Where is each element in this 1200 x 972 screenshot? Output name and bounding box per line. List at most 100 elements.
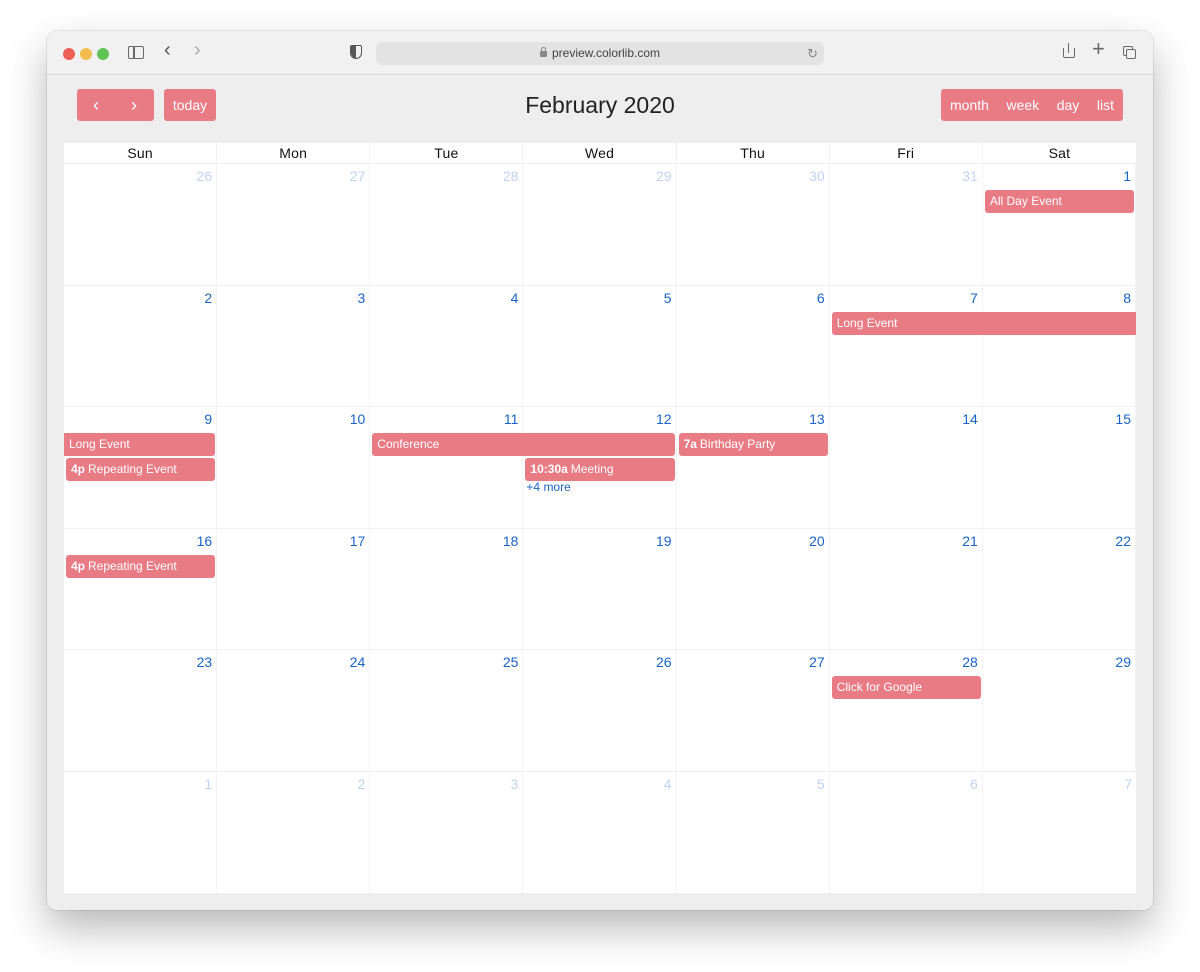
calendar-event[interactable]: All Day Event: [984, 190, 1134, 213]
day-number[interactable]: 17: [350, 533, 366, 549]
view-week-button[interactable]: week: [1002, 89, 1043, 121]
day-cell[interactable]: 5: [523, 285, 677, 406]
day-cell[interactable]: 22: [983, 528, 1136, 649]
day-number[interactable]: 19: [656, 533, 672, 549]
reload-icon[interactable]: ↻: [807, 42, 818, 65]
day-cell[interactable]: 2: [64, 285, 218, 406]
day-number[interactable]: 24: [350, 654, 366, 670]
calendar-event[interactable]: 4p Repeating Event: [66, 458, 216, 481]
day-cell[interactable]: 2: [217, 771, 371, 893]
day-cell[interactable]: 26: [64, 164, 218, 285]
day-cell[interactable]: 20: [677, 528, 830, 649]
day-number[interactable]: 8: [1123, 290, 1131, 306]
day-number[interactable]: 26: [656, 654, 672, 670]
day-cell[interactable]: 4: [523, 771, 677, 893]
day-number[interactable]: 1: [1123, 168, 1131, 184]
day-cell[interactable]: 23: [64, 650, 218, 771]
day-cell[interactable]: 29: [983, 650, 1136, 771]
day-number[interactable]: 16: [197, 533, 213, 549]
day-number[interactable]: 12: [656, 411, 672, 427]
address-bar[interactable]: preview.colorlib.com ↻: [376, 42, 824, 65]
day-number[interactable]: 21: [962, 533, 978, 549]
sidebar-toggle-icon[interactable]: [128, 46, 144, 59]
day-number[interactable]: 4: [511, 290, 519, 306]
calendar-event[interactable]: 4p Repeating Event: [66, 554, 216, 578]
maximize-window-button[interactable]: [97, 48, 109, 60]
day-number[interactable]: 11: [504, 411, 519, 427]
day-number[interactable]: 27: [350, 168, 366, 184]
day-number[interactable]: 26: [197, 168, 213, 184]
minimize-window-button[interactable]: [80, 48, 92, 60]
day-cell[interactable]: 17: [217, 528, 371, 649]
calendar-event[interactable]: Long Event: [831, 311, 1136, 335]
day-number[interactable]: 18: [503, 533, 519, 549]
day-cell[interactable]: 31: [830, 164, 983, 285]
day-number[interactable]: 6: [970, 776, 978, 792]
tab-overview-icon[interactable]: [1123, 46, 1137, 60]
day-number[interactable]: 27: [809, 654, 825, 670]
day-number[interactable]: 25: [503, 654, 519, 670]
day-number[interactable]: 5: [664, 290, 672, 306]
back-icon[interactable]: ‹: [164, 40, 171, 60]
day-cell[interactable]: 1: [983, 164, 1136, 285]
day-number[interactable]: 4: [664, 776, 672, 792]
day-cell[interactable]: 6: [677, 285, 830, 406]
forward-icon[interactable]: ›: [194, 40, 201, 60]
day-number[interactable]: 29: [656, 168, 672, 184]
day-number[interactable]: 2: [357, 776, 365, 792]
day-cell[interactable]: 7: [983, 772, 1136, 894]
day-number[interactable]: 31: [962, 168, 978, 184]
view-day-button[interactable]: day: [1053, 89, 1084, 121]
day-number[interactable]: 29: [1115, 654, 1131, 670]
day-number[interactable]: 28: [962, 654, 978, 670]
day-cell[interactable]: 3: [217, 285, 371, 406]
view-month-button[interactable]: month: [946, 89, 993, 121]
day-cell[interactable]: 26: [523, 650, 677, 771]
day-cell[interactable]: 30: [677, 164, 830, 285]
day-cell[interactable]: 6: [830, 771, 983, 893]
day-cell[interactable]: 19: [523, 528, 677, 649]
calendar-event[interactable]: 10:30a Meeting: [525, 458, 675, 481]
day-cell[interactable]: 14: [830, 407, 983, 528]
day-number[interactable]: 10: [350, 411, 366, 427]
day-cell[interactable]: 28: [370, 164, 524, 285]
view-list-button[interactable]: list: [1093, 89, 1118, 121]
calendar-event[interactable]: Click for Google: [831, 676, 981, 699]
close-window-button[interactable]: [63, 48, 75, 60]
day-number[interactable]: 30: [809, 168, 825, 184]
day-number[interactable]: 15: [1115, 411, 1131, 427]
day-cell[interactable]: 15: [983, 407, 1136, 528]
day-number[interactable]: 7: [1124, 776, 1132, 792]
day-cell[interactable]: 3: [370, 771, 524, 893]
day-number[interactable]: 7: [970, 290, 978, 306]
share-icon[interactable]: [1063, 43, 1075, 58]
privacy-shield-icon[interactable]: [350, 45, 362, 59]
day-cell[interactable]: 10: [217, 407, 371, 528]
more-events-link[interactable]: +4 more: [526, 480, 570, 494]
day-cell[interactable]: 8: [983, 285, 1136, 406]
new-tab-icon[interactable]: +: [1092, 38, 1105, 60]
day-number[interactable]: 14: [962, 411, 978, 427]
calendar-event[interactable]: Conference: [372, 433, 675, 456]
day-cell[interactable]: 1: [64, 771, 218, 893]
day-cell[interactable]: 4: [370, 285, 524, 406]
day-number[interactable]: 2: [204, 290, 212, 306]
day-cell[interactable]: 21: [830, 528, 983, 649]
day-number[interactable]: 20: [809, 533, 825, 549]
day-cell[interactable]: 24: [217, 650, 371, 771]
day-number[interactable]: 9: [204, 411, 212, 427]
calendar-event[interactable]: Long Event: [64, 433, 216, 456]
day-number[interactable]: 6: [817, 290, 825, 306]
day-cell[interactable]: 7: [830, 285, 983, 406]
day-number[interactable]: 23: [197, 654, 213, 670]
day-cell[interactable]: 16: [64, 528, 218, 649]
day-cell[interactable]: 27: [677, 650, 830, 771]
day-number[interactable]: 3: [357, 290, 365, 306]
day-number[interactable]: 13: [809, 411, 825, 427]
day-number[interactable]: 1: [204, 776, 212, 792]
day-cell[interactable]: 28: [830, 650, 983, 771]
day-cell[interactable]: 5: [677, 771, 830, 893]
calendar-event[interactable]: 7a Birthday Party: [678, 433, 828, 456]
day-cell[interactable]: 18: [370, 528, 524, 649]
day-cell[interactable]: 11: [370, 407, 524, 528]
